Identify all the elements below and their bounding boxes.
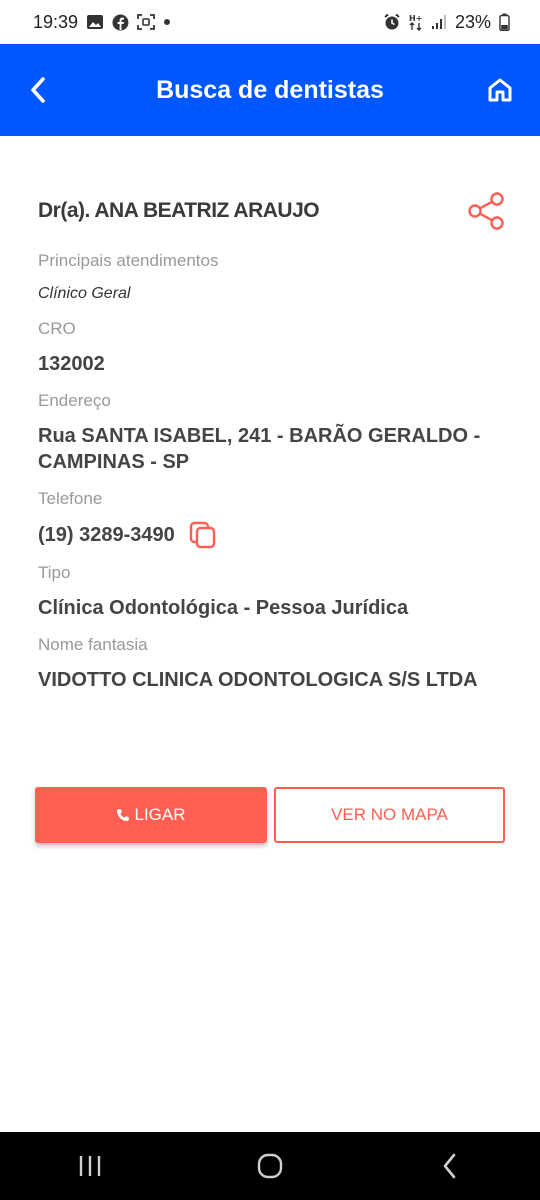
recent-apps-button[interactable] <box>60 1136 120 1196</box>
services-value: Clínico Geral <box>38 285 131 302</box>
svg-text:H+: H+ <box>409 14 422 23</box>
fantasy-name-value: VIDOTTO CLINICA ODONTOLOGICA S/S LTDA <box>38 669 478 691</box>
back-nav-button[interactable] <box>420 1136 480 1196</box>
phone-row: (19) 3289-3490 <box>38 521 502 549</box>
page-title: Busca de dentistas <box>156 75 384 104</box>
action-buttons: LIGAR VER NO MAPA <box>35 787 505 843</box>
home-icon <box>488 78 512 102</box>
fantasy-name-label: Nome fantasia <box>38 635 148 654</box>
recent-apps-icon <box>79 1156 101 1176</box>
type-label: Tipo <box>38 563 71 582</box>
status-bar: 19:39 H+ 23% <box>0 0 540 44</box>
view-on-map-button[interactable]: VER NO MAPA <box>274 787 505 843</box>
name-row: Dr(a). ANA BEATRIZ ARAUJO <box>38 191 504 231</box>
notification-dot-icon <box>163 18 171 26</box>
share-icon[interactable] <box>466 191 506 231</box>
app-bar: Busca de dentistas <box>0 44 540 136</box>
status-right: H+ 23% <box>383 12 510 33</box>
gallery-icon <box>86 14 104 30</box>
address-value: Rua SANTA ISABEL, 241 - BARÃO GERALDO - … <box>38 425 481 473</box>
data-signal-icon: H+ <box>409 13 423 31</box>
status-time: 19:39 <box>33 11 79 32</box>
status-left: 19:39 <box>33 12 171 33</box>
back-button[interactable] <box>22 74 54 106</box>
home-button[interactable] <box>484 74 516 106</box>
home-nav-button[interactable] <box>240 1136 300 1196</box>
facebook-icon <box>112 14 129 31</box>
view-on-map-label: VER NO MAPA <box>331 805 448 824</box>
address-label: Endereço <box>38 391 111 410</box>
call-button[interactable]: LIGAR <box>35 787 267 843</box>
chevron-left-icon <box>443 1153 456 1179</box>
system-nav-bar <box>0 1132 540 1200</box>
cro-value: 132002 <box>38 353 105 375</box>
battery-icon <box>499 13 510 31</box>
phone-label: Telefone <box>38 489 103 508</box>
alarm-icon <box>383 13 401 31</box>
type-value: Clínica Odontológica - Pessoa Jurídica <box>38 597 409 619</box>
call-button-label: LIGAR <box>134 805 186 824</box>
dentist-name: Dr(a). ANA BEATRIZ ARAUJO <box>38 199 320 222</box>
services-label: Principais atendimentos <box>38 251 219 270</box>
back-arrow-icon <box>31 77 45 103</box>
battery-percentage: 23% <box>454 11 491 32</box>
phone-value: (19) 3289-3490 <box>38 524 175 546</box>
home-circle-icon <box>257 1153 283 1179</box>
cro-label: CRO <box>38 319 76 338</box>
phone-icon <box>117 809 130 821</box>
signal-icon <box>431 14 447 30</box>
dentist-details: Dr(a). ANA BEATRIZ ARAUJO Principais ate… <box>0 136 540 693</box>
copy-icon[interactable] <box>189 521 217 549</box>
screenshot-icon <box>137 14 155 30</box>
